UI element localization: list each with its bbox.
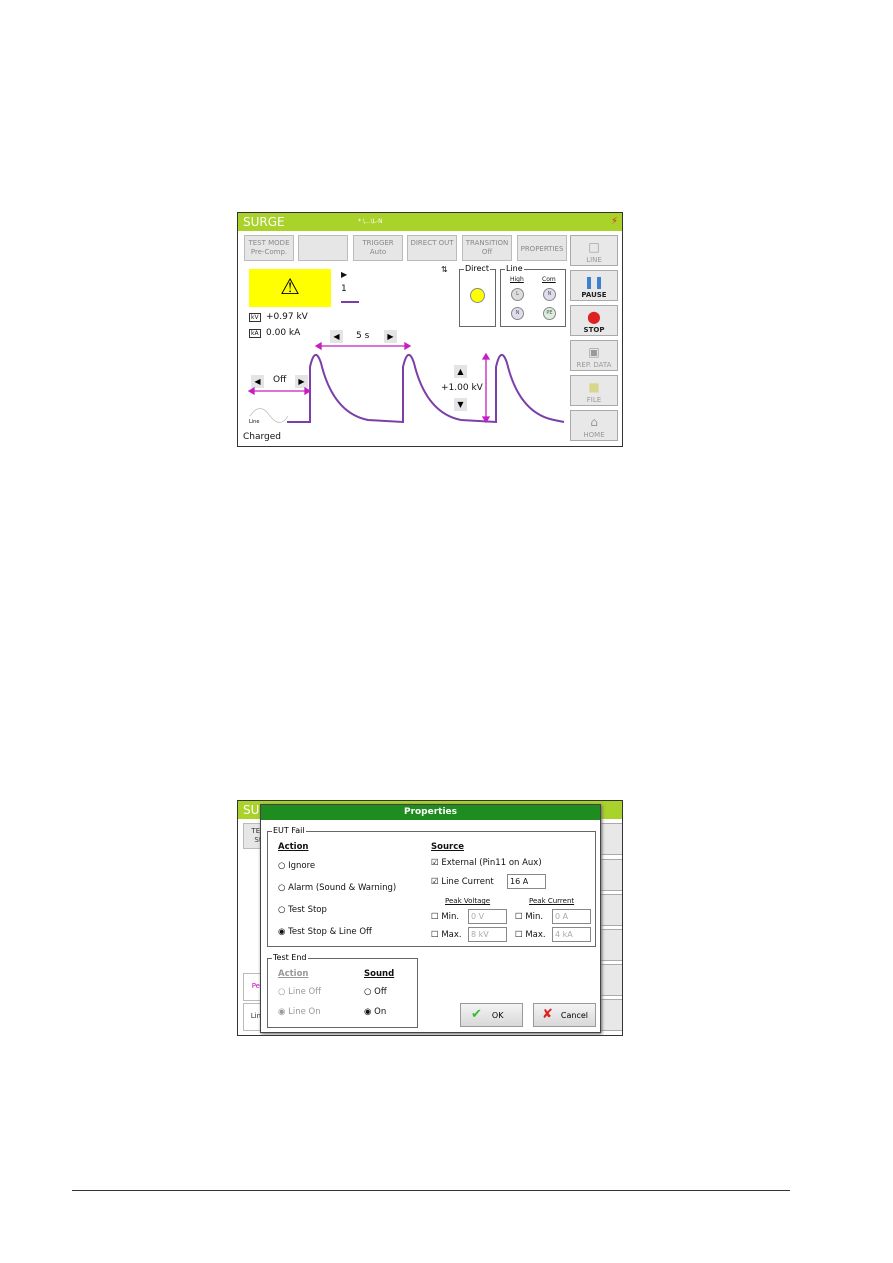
folder-icon: ■	[588, 380, 600, 394]
stop-button[interactable]: ⬤ STOP	[570, 305, 618, 336]
radio-alarm[interactable]: ○ Alarm (Sound & Warning)	[278, 883, 396, 893]
peak-voltage-max-input[interactable]: 8 kV	[468, 927, 507, 942]
line-icon: □	[588, 240, 600, 254]
footer-rule	[72, 1190, 790, 1191]
checkbox-pc-max[interactable]: ☐ Max.	[515, 930, 546, 940]
home-button[interactable]: ⌂ HOME	[570, 410, 618, 441]
peak-current-max-input[interactable]: 4 kA	[552, 927, 591, 942]
peak-current-min-input[interactable]: 0 A	[552, 909, 591, 924]
source-heading: Source	[431, 842, 465, 852]
checkbox-pv-min[interactable]: ☐ Min.	[431, 912, 459, 922]
checkbox-external[interactable]: ☑ External (Pin11 on Aux)	[431, 858, 542, 868]
home-icon: ⌂	[590, 415, 598, 429]
line-current-input[interactable]: 16 A	[507, 874, 546, 889]
sound-heading: Sound	[364, 969, 395, 979]
peak-voltage-min-input[interactable]: 0 V	[468, 909, 507, 924]
checkbox-pv-max[interactable]: ☐ Max.	[431, 930, 462, 940]
checkbox-line-current[interactable]: ☑ Line Current	[431, 877, 494, 887]
properties-screenshot: SU TES St Pea Line Properties EUT Fail Ac…	[237, 800, 623, 1036]
file-button[interactable]: ■ FILE	[570, 375, 618, 406]
save-icon: ▣	[588, 345, 600, 359]
cancel-button[interactable]: ✘ Cancel	[533, 1003, 596, 1027]
radio-ignore[interactable]: ○ Ignore	[278, 861, 315, 871]
stop-icon: ⬤	[587, 310, 601, 324]
end-action-heading: Action	[278, 969, 309, 979]
surge-waveform	[247, 341, 565, 424]
radio-sound-on[interactable]: ◉ On	[364, 1007, 386, 1017]
plug-icon: ⚡	[610, 216, 618, 227]
peak-current-heading: Peak Current	[529, 897, 575, 905]
pause-button[interactable]: ❚❚ PAUSE	[570, 270, 618, 301]
eut-fail-group: EUT Fail Action ○ Ignore ○ Alarm (Sound …	[267, 826, 596, 947]
line-button[interactable]: □ LINE	[570, 235, 618, 266]
radio-test-stop[interactable]: ○ Test Stop	[278, 905, 327, 915]
cancel-icon: ✘	[542, 1007, 553, 1022]
peak-voltage-heading: Peak Voltage	[445, 897, 491, 905]
surge-screenshot: SURGE * \...\L-N ⚡ TEST MODE Pre-Comp. TR…	[237, 212, 623, 447]
radio-test-stop-line-off[interactable]: ◉ Test Stop & Line Off	[278, 927, 372, 937]
test-end-group: Test End Action Sound ○ Line Off ◉ Line …	[267, 953, 418, 1028]
pause-icon: ❚❚	[583, 275, 605, 289]
action-heading: Action	[278, 842, 309, 852]
ok-button[interactable]: ✔ OK	[460, 1003, 523, 1027]
radio-line-on[interactable]: ◉ Line On	[278, 1007, 321, 1017]
dialog-title: Properties	[261, 805, 600, 820]
radio-line-off[interactable]: ○ Line Off	[278, 987, 321, 997]
radio-sound-off[interactable]: ○ Off	[364, 987, 387, 997]
rep-data-button[interactable]: ▣ REP. DATA	[570, 340, 618, 371]
properties-dialog: Properties EUT Fail Action ○ Ignore ○ Al…	[260, 804, 601, 1033]
check-icon: ✔	[471, 1007, 482, 1022]
checkbox-pc-min[interactable]: ☐ Min.	[515, 912, 543, 922]
